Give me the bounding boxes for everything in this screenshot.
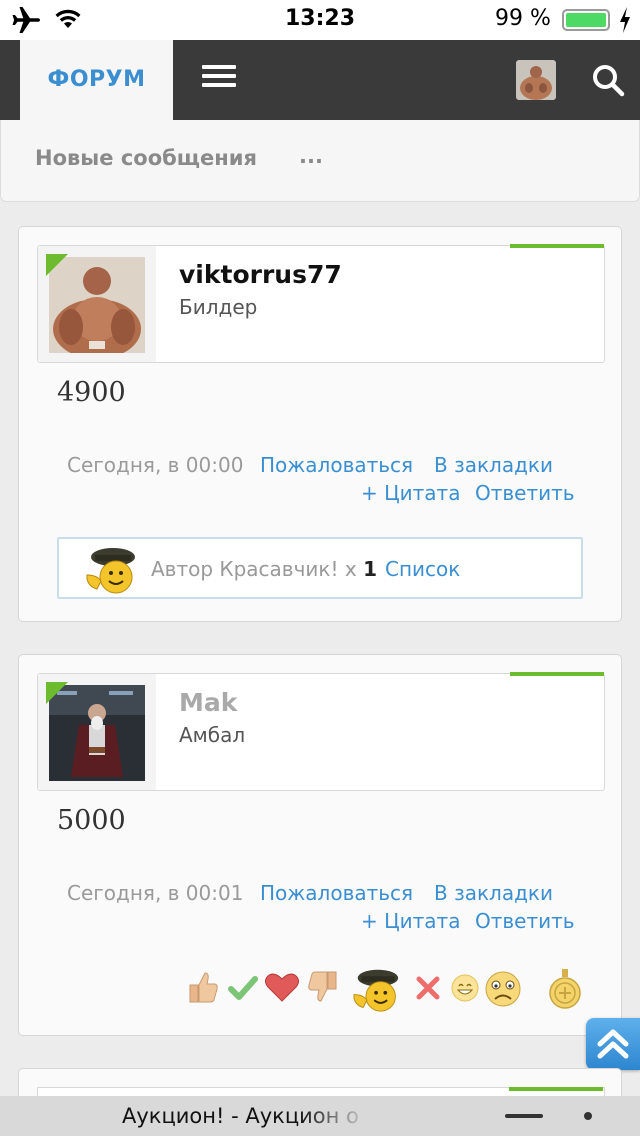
medal-icon[interactable] [545, 967, 585, 1011]
bookmark-link[interactable]: В закладки [434, 453, 553, 477]
browser-bottom-bar: Аукцион! - Аукцион о [0, 1096, 640, 1136]
report-link[interactable]: Пожаловаться [260, 453, 413, 477]
hamburger-menu-icon[interactable] [202, 65, 236, 87]
cross-icon[interactable] [413, 967, 443, 1007]
double-chevron-up-icon [597, 1029, 629, 1059]
thumbs-up-icon[interactable] [187, 967, 221, 1007]
report-link[interactable]: Пожаловаться [260, 881, 413, 905]
more-menu-button[interactable]: ... [299, 144, 323, 168]
battery-icon [562, 9, 610, 31]
author-title: Билдер [179, 295, 258, 319]
status-line [510, 672, 604, 676]
tab-forum[interactable]: ФОРУМ [20, 40, 173, 120]
likes-summary: Автор Красавчик! x 1 Список [57, 537, 583, 599]
minimize-handle-icon[interactable] [505, 1114, 543, 1118]
heart-icon[interactable] [263, 967, 301, 1007]
charging-icon [620, 7, 630, 33]
search-icon[interactable] [590, 62, 626, 98]
new-messages-link[interactable]: Новые сообщения [35, 146, 257, 170]
battery-percent: 99 % [495, 6, 551, 31]
post-text: 4900 [57, 377, 126, 408]
likes-label: Автор Красавчик! x [151, 557, 364, 581]
scroll-to-top-button[interactable] [586, 1018, 640, 1070]
online-indicator [46, 682, 68, 704]
author-username[interactable]: Mak [179, 688, 237, 717]
reply-link[interactable]: Ответить [475, 909, 575, 933]
status-bar: 13:23 99 % [0, 0, 640, 40]
post-date: Сегодня, в 00:00 [67, 453, 244, 477]
likes-list-link[interactable]: Список [385, 557, 460, 581]
top-navigation: ФОРУМ [0, 40, 640, 120]
user-avatar[interactable] [516, 60, 556, 100]
dot-icon[interactable] [584, 1112, 592, 1120]
thumbs-down-icon[interactable] [305, 967, 339, 1007]
reply-link[interactable]: Ответить [475, 481, 575, 505]
likes-count: 1 [363, 557, 377, 581]
post-author-block: Mak Амбал [37, 672, 605, 791]
status-line [510, 244, 604, 248]
post-date: Сегодня, в 00:01 [67, 881, 244, 905]
author-title: Амбал [179, 723, 246, 747]
sub-navigation: Новые сообщения ... [0, 120, 640, 202]
post-text: 5000 [57, 805, 126, 836]
bookmark-link[interactable]: В закладки [434, 881, 553, 905]
check-icon[interactable] [227, 967, 259, 1007]
author-username[interactable]: viktorrus77 [179, 260, 342, 289]
forum-post: viktorrus77 Билдер 4900 Сегодня, в 00:00… [18, 226, 622, 622]
sad-icon[interactable] [483, 967, 523, 1011]
quote-link[interactable]: + Цитата [361, 481, 460, 505]
post-meta-row-1: Сегодня, в 00:00 [67, 453, 243, 477]
forum-post: Mak Амбал 5000 Сегодня, в 00:01 Пожалова… [18, 654, 622, 1036]
quote-link[interactable]: + Цитата [361, 909, 460, 933]
online-indicator [46, 254, 68, 276]
reactions-bar [187, 967, 607, 1015]
post-author-block: viktorrus77 Билдер [37, 244, 605, 363]
grin-icon[interactable] [449, 967, 481, 1007]
author-smiley-icon [86, 548, 135, 594]
author-smiley-icon[interactable] [347, 967, 407, 1013]
